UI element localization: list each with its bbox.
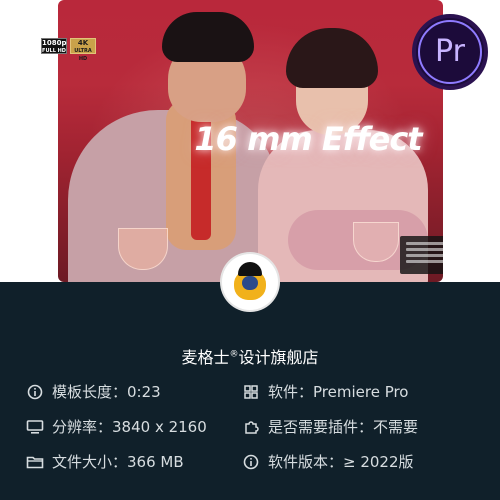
mascot-face <box>242 276 258 290</box>
spec-file-size: 文件大小：366 MB <box>26 451 184 472</box>
spec-duration: 模板长度：0:23 <box>26 381 161 402</box>
store-name[interactable]: 麦格士®设计旗舰店 <box>0 344 500 368</box>
fullhd-badge: 1080p FULL HD <box>41 38 67 54</box>
wine-glass-right <box>353 222 399 262</box>
product-card: 16 mm Effect 1080p FULL HD 4K ULTRA HD Pr … <box>0 0 500 500</box>
info-circle-icon <box>26 383 44 401</box>
store-brand: 麦格士 <box>181 348 230 367</box>
man-hair <box>162 12 254 62</box>
mascot-hat <box>238 262 262 276</box>
spec-resolution-text: 分辨率：3840 x 2160 <box>52 418 207 436</box>
puzzle-icon <box>242 418 260 436</box>
premiere-pro-logo-icon: Pr <box>412 14 488 90</box>
preview-image[interactable]: 16 mm Effect <box>58 0 443 282</box>
registered-mark: ® <box>229 349 239 360</box>
spec-resolution: 分辨率：3840 x 2160 <box>26 416 207 437</box>
ultrahd-badge: 4K ULTRA HD <box>70 38 96 62</box>
folder-icon <box>26 453 44 471</box>
preview-title: 16 mm Effect <box>194 120 422 158</box>
panel-text-lines <box>406 242 443 266</box>
grid-icon <box>242 383 260 401</box>
spec-software: 软件：Premiere Pro <box>242 381 409 402</box>
store-suffix: 设计旗舰店 <box>238 348 319 367</box>
spec-plugin-text: 是否需要插件：不需要 <box>268 418 419 436</box>
spec-version: 软件版本：≥ 2022版 <box>242 451 414 472</box>
logo-text: Pr <box>435 34 465 69</box>
store-mascot-logo-icon[interactable] <box>222 254 278 310</box>
spec-plugin: 是否需要插件：不需要 <box>242 416 418 437</box>
spec-software-text: 软件：Premiere Pro <box>268 383 409 401</box>
preview-info-panel <box>400 236 443 274</box>
info-circle-icon <box>242 453 260 471</box>
spec-version-text: 软件版本：≥ 2022版 <box>268 453 414 471</box>
monitor-icon <box>26 418 44 436</box>
spec-duration-text: 模板长度：0:23 <box>52 383 161 401</box>
spec-file-size-text: 文件大小：366 MB <box>52 453 184 471</box>
